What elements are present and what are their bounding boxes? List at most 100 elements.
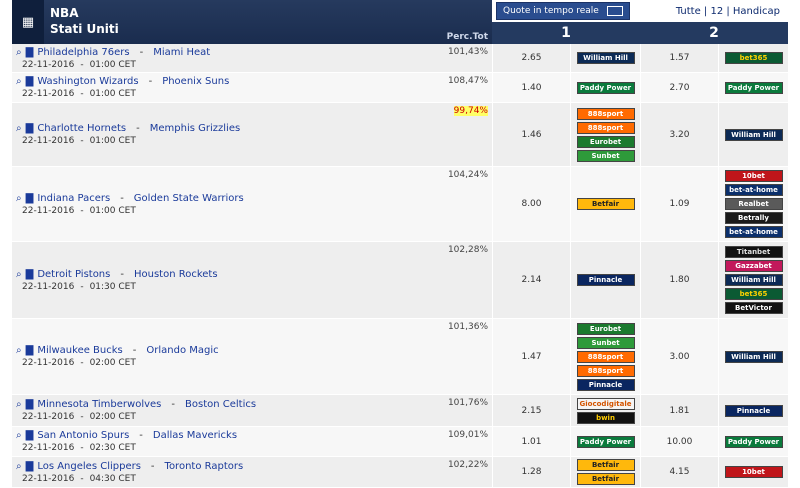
- bookmaker-logo[interactable]: 888sport: [576, 121, 635, 134]
- bookmaker-logo[interactable]: Giocodigitale: [576, 397, 635, 410]
- away-team-link[interactable]: Memphis Grizzlies: [150, 123, 240, 134]
- away-team-link[interactable]: Houston Rockets: [134, 269, 218, 280]
- match-datetime: 22-11-2016-02:30 CET: [22, 443, 488, 453]
- bookmaker-logo[interactable]: William Hill: [724, 350, 783, 363]
- bookmakers-away: William Hill: [718, 103, 788, 166]
- bookmaker-logo[interactable]: Pinnacle: [724, 404, 783, 417]
- stats-chart-icon[interactable]: ▇: [26, 76, 34, 87]
- search-icon[interactable]: ⌕: [16, 430, 22, 441]
- bookmaker-logo[interactable]: 10bet: [724, 466, 783, 478]
- odd-home[interactable]: 1.28: [492, 457, 570, 487]
- bookmaker-logo[interactable]: Gazzabet: [724, 260, 783, 272]
- bookmaker-logo[interactable]: bet-at-home: [724, 184, 783, 196]
- bookmaker-logo[interactable]: Pinnacle: [576, 378, 635, 391]
- home-team-link[interactable]: Los Angeles Clippers: [37, 461, 141, 472]
- odd-home[interactable]: 1.01: [492, 427, 570, 456]
- search-icon[interactable]: ⌕: [16, 193, 22, 204]
- search-icon[interactable]: ⌕: [16, 345, 22, 356]
- bookmaker-logo[interactable]: Sunbet: [576, 149, 635, 162]
- bookmakers-away: Titanbet Gazzabet William Hill bet365 BetVic…: [718, 242, 788, 318]
- home-team-link[interactable]: Philadelphia 76ers: [37, 47, 129, 58]
- stats-chart-icon[interactable]: ▇: [26, 193, 34, 204]
- stats-chart-icon[interactable]: ▇: [26, 399, 34, 410]
- stats-chart-icon[interactable]: ▇: [26, 345, 34, 356]
- bookmaker-logo[interactable]: 888sport: [576, 364, 635, 377]
- stats-chart-icon[interactable]: ▇: [26, 461, 34, 472]
- bookmaker-logo[interactable]: Titanbet: [724, 246, 783, 258]
- bookmaker-logo[interactable]: Betfair: [576, 473, 635, 485]
- odd-home[interactable]: 1.47: [492, 319, 570, 394]
- odd-away[interactable]: 3.20: [640, 103, 718, 166]
- away-team-link[interactable]: Boston Celtics: [185, 399, 256, 410]
- bookmaker-logo[interactable]: Pinnacle: [576, 274, 635, 286]
- search-icon[interactable]: ⌕: [16, 269, 22, 280]
- bookmaker-logo[interactable]: bet365: [724, 288, 783, 300]
- away-team-link[interactable]: Miami Heat: [153, 47, 210, 58]
- away-team-link[interactable]: Orlando Magic: [146, 345, 218, 356]
- odd-away[interactable]: 1.09: [640, 167, 718, 241]
- odd-away[interactable]: 3.00: [640, 319, 718, 394]
- stats-chart-icon[interactable]: ▇: [26, 269, 34, 280]
- search-icon[interactable]: ⌕: [16, 461, 22, 472]
- home-team-link[interactable]: Washington Wizards: [37, 76, 138, 87]
- match-datetime: 22-11-2016-02:00 CET: [22, 412, 488, 422]
- bookmaker-logo[interactable]: BetVictor: [724, 302, 783, 314]
- odd-away[interactable]: 1.57: [640, 44, 718, 72]
- match-datetime: 22-11-2016-01:00 CET: [22, 60, 488, 70]
- bookmaker-logo[interactable]: Realbet: [724, 198, 783, 210]
- odd-away[interactable]: 4.15: [640, 457, 718, 487]
- match-time: 01:00 CET: [89, 89, 136, 99]
- odd-home[interactable]: 1.46: [492, 103, 570, 166]
- stats-chart-icon[interactable]: ▇: [26, 123, 34, 134]
- realtime-odds-toggle[interactable]: Quote in tempo reale: [496, 2, 630, 20]
- search-icon[interactable]: ⌕: [16, 47, 22, 58]
- away-team-link[interactable]: Phoenix Suns: [162, 76, 229, 87]
- bookmaker-logo[interactable]: Sunbet: [576, 336, 635, 349]
- odd-home[interactable]: 8.00: [492, 167, 570, 241]
- bookmaker-logo[interactable]: Paddy Power: [576, 81, 635, 94]
- odd-away[interactable]: 1.80: [640, 242, 718, 318]
- search-icon[interactable]: ⌕: [16, 76, 22, 87]
- stats-chart-icon[interactable]: ▇: [26, 47, 34, 58]
- bookmaker-logo[interactable]: bwin: [576, 411, 635, 424]
- bookmaker-logo[interactable]: Betfair: [576, 459, 635, 471]
- bookmaker-logo[interactable]: Paddy Power: [576, 435, 635, 448]
- odd-away[interactable]: 10.00: [640, 427, 718, 456]
- bookmaker-logo[interactable]: Eurobet: [576, 135, 635, 148]
- bookmaker-logo[interactable]: 888sport: [576, 350, 635, 363]
- home-team-link[interactable]: Detroit Pistons: [37, 269, 110, 280]
- home-team-link[interactable]: San Antonio Spurs: [37, 430, 129, 441]
- datetime-separator: -: [80, 89, 84, 99]
- bookmaker-logo[interactable]: 888sport: [576, 107, 635, 120]
- bookmaker-logo[interactable]: William Hill: [724, 274, 783, 286]
- home-team-link[interactable]: Milwaukee Bucks: [37, 345, 122, 356]
- odd-home[interactable]: 2.14: [492, 242, 570, 318]
- bookmaker-logo[interactable]: Paddy Power: [724, 81, 783, 94]
- odd-home[interactable]: 2.15: [492, 395, 570, 426]
- bookmaker-logo[interactable]: 10bet: [724, 170, 783, 182]
- odd-away[interactable]: 1.81: [640, 395, 718, 426]
- bookmaker-logo[interactable]: bet-at-home: [724, 226, 783, 238]
- home-team-link[interactable]: Minnesota Timberwolves: [37, 399, 161, 410]
- bookmaker-logo[interactable]: William Hill: [724, 128, 783, 141]
- home-team-link[interactable]: Indiana Pacers: [37, 193, 110, 204]
- market-filter-links[interactable]: Tutte | 12 | Handicap: [676, 6, 780, 17]
- bookmaker-logo[interactable]: Paddy Power: [724, 435, 783, 448]
- stats-chart-icon[interactable]: ▇: [26, 430, 34, 441]
- odd-home[interactable]: 2.65: [492, 44, 570, 72]
- bookmaker-logo[interactable]: William Hill: [576, 52, 635, 64]
- bookmaker-logo[interactable]: Betrally: [724, 212, 783, 224]
- away-team-link[interactable]: Toronto Raptors: [165, 461, 244, 472]
- home-team-link[interactable]: Charlotte Hornets: [37, 123, 126, 134]
- away-team-link[interactable]: Golden State Warriors: [134, 193, 244, 204]
- search-icon[interactable]: ⌕: [16, 123, 22, 134]
- match-datetime: 22-11-2016-04:30 CET: [22, 474, 488, 484]
- bookmaker-logo[interactable]: Betfair: [576, 198, 635, 210]
- away-team-link[interactable]: Dallas Mavericks: [153, 430, 237, 441]
- bookmaker-logo[interactable]: bet365: [724, 52, 783, 64]
- search-icon[interactable]: ⌕: [16, 399, 22, 410]
- odd-away[interactable]: 2.70: [640, 73, 718, 102]
- match-teams: ⌕ ▇ Washington Wizards - Phoenix Suns: [16, 76, 488, 87]
- odd-home[interactable]: 1.40: [492, 73, 570, 102]
- bookmaker-logo[interactable]: Eurobet: [576, 322, 635, 335]
